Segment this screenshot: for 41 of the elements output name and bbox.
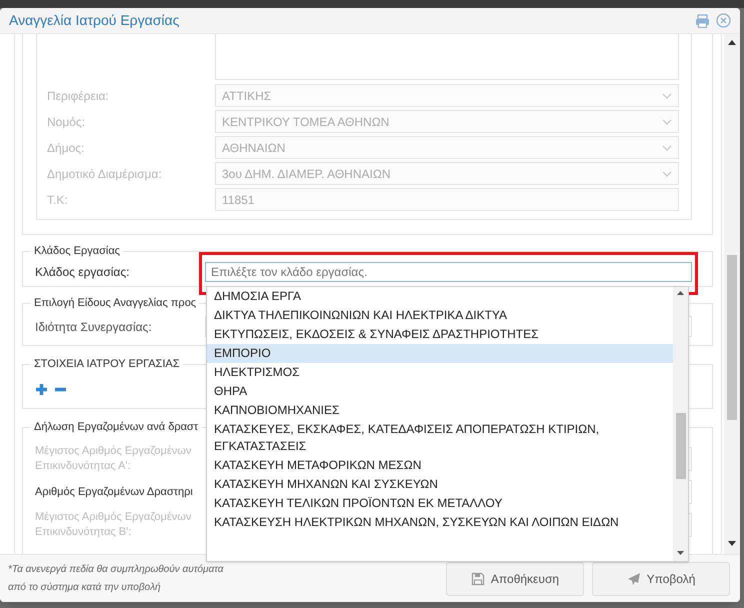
scroll-up-icon[interactable] <box>728 40 736 45</box>
add-icon[interactable] <box>35 383 48 396</box>
scrollbar[interactable] <box>724 34 740 554</box>
chevron-down-icon <box>662 118 672 124</box>
field-label: Ιδιότητα Συνεργασίας: <box>35 318 153 336</box>
field-label: Κλάδος εργασίας: <box>35 264 130 281</box>
field-label: Δήμος: <box>47 140 86 156</box>
save-button[interactable]: Αποθήκευση <box>446 562 584 596</box>
paper-plane-icon <box>626 572 641 586</box>
chevron-down-icon <box>662 144 672 150</box>
fieldset-legend: Επιλογή Είδους Αναγγελίας προς <box>31 296 200 311</box>
field-label: Νομός: <box>47 114 86 130</box>
close-icon[interactable] <box>716 13 731 28</box>
dropdown-option[interactable]: ΔΗΜΟΣΙΑ ΕΡΓΑ <box>207 287 673 306</box>
field-label: Μέγιστος Αριθμός Εργαζομένων Επικινδυνότητας Α': <box>35 444 192 474</box>
footer-note: *Τα ανενεργά πεδία θα συμπληρωθούν αυτόματα από το σύστημα κατά την υποβολή <box>8 562 224 594</box>
field-label: Περιφέρεια: <box>47 88 110 104</box>
address-textarea[interactable] <box>215 34 679 80</box>
scroll-up-icon[interactable] <box>677 291 684 295</box>
print-icon[interactable] <box>695 14 710 28</box>
scrollbar-thumb[interactable] <box>676 413 686 479</box>
dropdown-option[interactable]: ΕΜΠΟΡΙΟ <box>207 344 673 363</box>
select-field[interactable]: Επιλέξτε τον κλάδο εργασίας. <box>205 262 692 282</box>
scrollbar[interactable] <box>673 287 688 561</box>
chevron-down-icon <box>662 92 672 98</box>
fieldset-legend: Κλάδος Εργασίας <box>31 244 123 259</box>
field-label: Τ.Κ: <box>47 192 69 208</box>
chevron-down-icon <box>662 170 672 176</box>
submit-button[interactable]: Υποβολή <box>592 562 730 596</box>
field-value: 11851 <box>222 192 254 208</box>
field-label: Δημοτικό Διαμέρισμα: <box>47 166 163 182</box>
dialog-title: Αναγγελία Ιατρού Εργασίας <box>9 11 180 30</box>
field-value: ΚΕΝΤΡΙΚΟΥ ΤΟΜΕΑ ΑΘΗΝΩΝ <box>222 114 390 130</box>
field-label: Μέγιστος Αριθμός Εργαζομένων Επικινδυνότητας Β': <box>35 510 192 540</box>
scroll-down-icon[interactable] <box>728 541 736 546</box>
field-label: Αριθμός Εργαζομένων Δραστηρι <box>35 484 194 500</box>
field-value: ΑΤΤΙΚΗΣ <box>222 88 272 104</box>
fieldset-legend: Δήλωση Εργαζομένων ανά δραστ <box>31 420 202 435</box>
field-value: 3ου ΔΗΜ. ΔΙΑΜΕΡ. ΑΘΗΝΑΙΩΝ <box>222 166 390 182</box>
scrollbar-thumb[interactable] <box>727 255 737 420</box>
field-value: ΑΘΗΝΑΙΩΝ <box>222 140 286 156</box>
